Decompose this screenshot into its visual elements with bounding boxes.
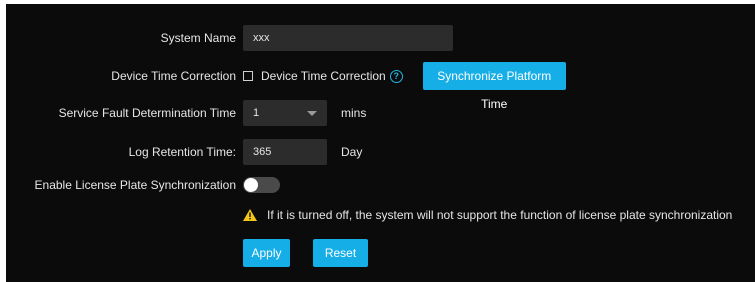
warning-triangle-icon (243, 209, 257, 221)
device-time-correction-label: Device Time Correction (111, 69, 236, 83)
license-plate-sync-toggle[interactable] (243, 177, 280, 193)
log-retention-unit: Day (341, 145, 363, 159)
reset-button[interactable]: Reset (313, 239, 368, 267)
log-retention-input[interactable]: 365 (243, 139, 327, 165)
synchronize-platform-time-button[interactable]: Synchronize Platform Time (422, 62, 566, 111)
question-circle-icon[interactable]: ? (389, 69, 403, 83)
service-fault-row: Service Fault Determination Time 1 mins (6, 99, 755, 127)
service-fault-unit: mins (341, 106, 367, 120)
license-plate-warning-text: If it is turned off, the system will not… (267, 208, 733, 222)
license-plate-sync-label: Enable License Plate Synchronization (34, 178, 236, 192)
log-retention-label: Log Retention Time: (128, 145, 236, 159)
service-fault-value: 1 (253, 107, 260, 119)
system-name-row: System Name xxx (6, 24, 755, 52)
chevron-down-icon (307, 111, 317, 116)
system-name-input[interactable]: xxx (243, 25, 453, 51)
settings-panel: System Name xxx Device Time Correction D… (6, 4, 755, 282)
device-time-correction-checkbox[interactable] (243, 71, 253, 81)
service-fault-label: Service Fault Determination Time (58, 106, 236, 120)
license-plate-warning-row: If it is turned off, the system will not… (6, 201, 755, 229)
log-retention-row: Log Retention Time: 365 Day (6, 138, 755, 166)
system-name-label: System Name (160, 31, 236, 45)
device-time-correction-checkbox-label[interactable]: Device Time Correction (261, 69, 386, 83)
actions-row: Apply Reset (6, 239, 755, 267)
apply-button[interactable]: Apply (243, 239, 290, 267)
license-plate-sync-row: Enable License Plate Synchronization (6, 171, 755, 199)
service-fault-select[interactable]: 1 (243, 100, 327, 126)
toggle-knob (244, 178, 258, 192)
device-time-correction-row: Device Time Correction Device Time Corre… (6, 62, 755, 111)
